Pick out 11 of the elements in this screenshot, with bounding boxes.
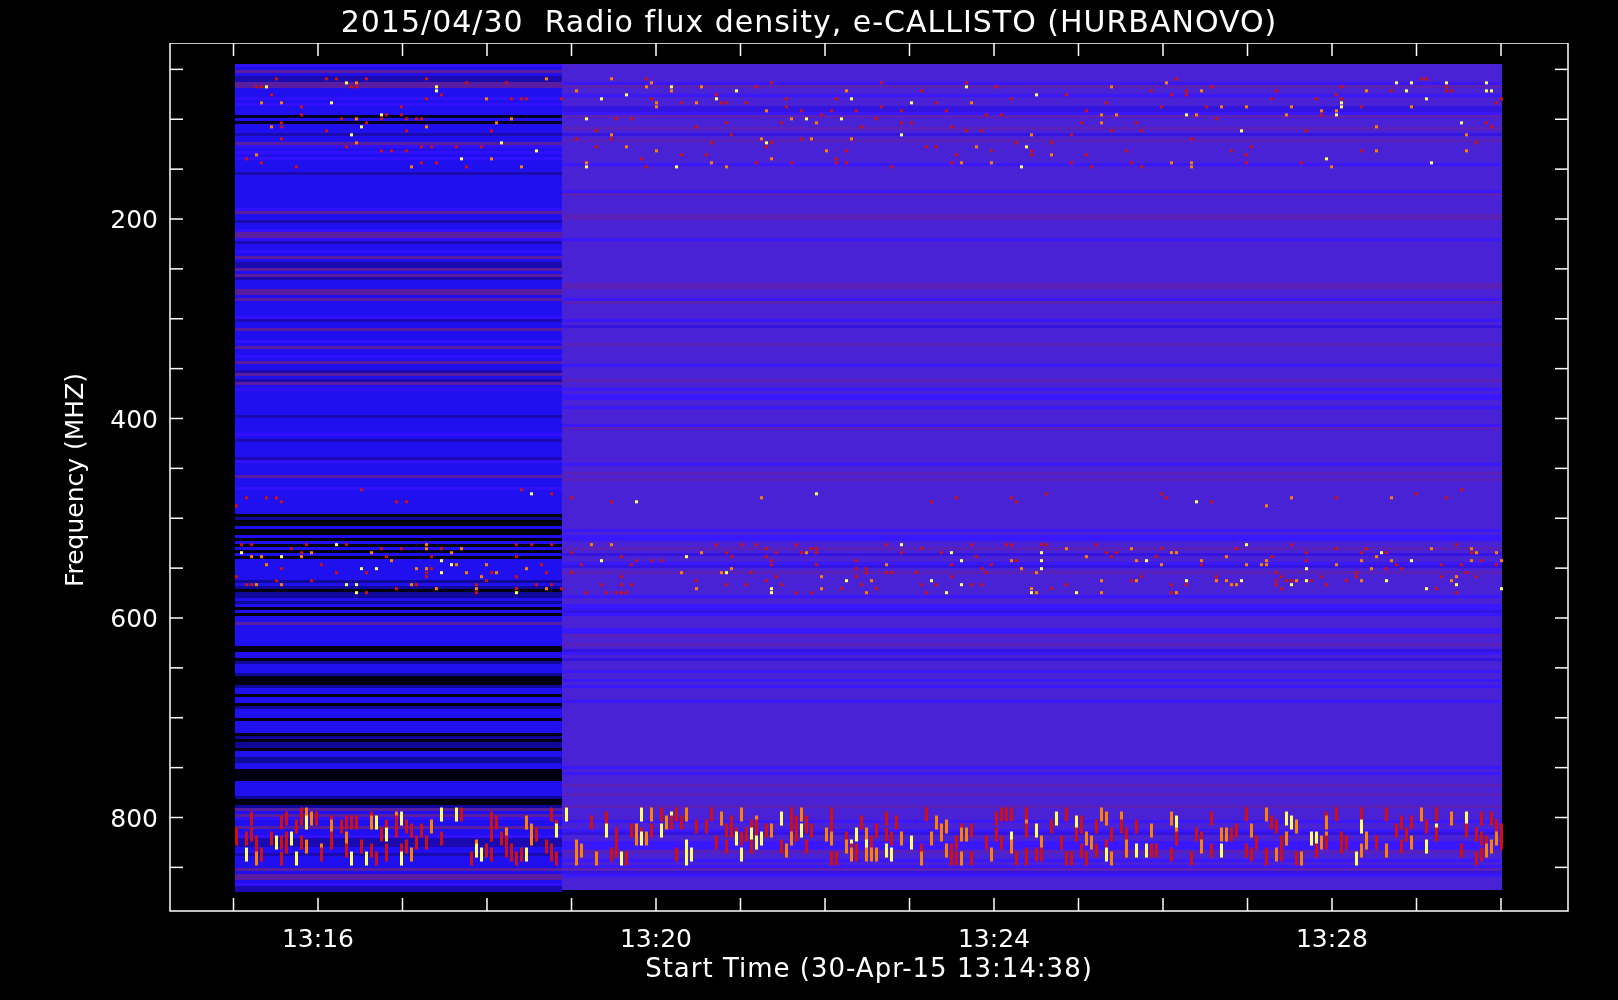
x-tick-label: 13:20: [620, 924, 692, 953]
y-tick-label: 400: [110, 404, 158, 434]
x-tick-label: 13:24: [958, 924, 1030, 953]
y-tick-label: 200: [110, 205, 158, 234]
y-axis-label: Frequency (MHZ): [60, 372, 89, 588]
y-tick-label: 800: [110, 803, 158, 833]
x-axis-label: Start Time (30-Apr-15 13:14:38): [645, 955, 1093, 981]
x-tick-label: 13:28: [1296, 924, 1368, 953]
y-tick-label: 600: [110, 604, 158, 633]
plot-title: 2015/04/30 Radio flux density, e-CALLISTO (HURBANOVO): [340, 6, 1278, 37]
x-tick-label: 13:16: [282, 924, 354, 953]
